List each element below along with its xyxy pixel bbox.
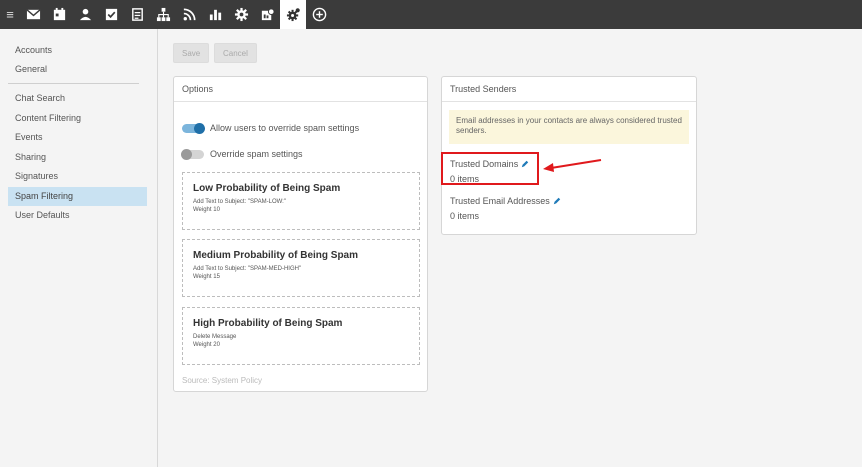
spam-level-low[interactable]: Low Probability of Being Spam Add Text t… — [182, 172, 420, 230]
settings-sidebar: Accounts General Chat Search Content Fil… — [0, 29, 158, 467]
sidebar-divider — [8, 83, 139, 84]
hamburger-icon[interactable]: ≡ — [0, 0, 20, 29]
spam-level-medium[interactable]: Medium Probability of Being Spam Add Tex… — [182, 239, 420, 297]
settings-gear-icon[interactable] — [228, 0, 254, 29]
trusted-senders-title: Trusted Senders — [442, 77, 696, 102]
edit-pencil-icon[interactable] — [553, 197, 561, 205]
override-spam-label: Override spam settings — [210, 149, 303, 159]
allow-override-toggle[interactable] — [182, 122, 205, 134]
spam-level-title: Low Probability of Being Spam — [193, 183, 341, 194]
allow-override-row: Allow users to override spam settings — [182, 122, 360, 134]
policy-source: Source: System Policy — [182, 376, 263, 385]
main-content: Save Cancel Options Allow users to overr… — [159, 29, 862, 467]
sidebar-item-user-defaults[interactable]: User Defaults — [8, 206, 147, 225]
cancel-button[interactable]: Cancel — [214, 43, 257, 63]
allow-override-label: Allow users to override spam settings — [210, 123, 360, 133]
spam-level-action: Add Text to Subject: "SPAM-LOW:" — [193, 199, 286, 205]
sidebar-item-content-filtering[interactable]: Content Filtering — [8, 109, 147, 128]
sidebar-item-events[interactable]: Events — [8, 128, 147, 147]
sidebar-item-spam-filtering[interactable]: Spam Filtering — [8, 187, 147, 206]
trusted-info-notice: Email addresses in your contacts are alw… — [449, 110, 689, 144]
sidebar-item-signatures[interactable]: Signatures — [8, 167, 147, 186]
highlight-box — [441, 152, 539, 185]
reports-icon[interactable] — [202, 0, 228, 29]
spam-level-title: High Probability of Being Spam — [193, 318, 343, 329]
system-settings-icon[interactable] — [280, 0, 306, 29]
sidebar-item-accounts[interactable]: Accounts — [8, 41, 147, 60]
trusted-emails-label: Trusted Email Addresses — [450, 196, 550, 206]
domain-settings-icon[interactable] — [254, 0, 280, 29]
spam-level-action: Add Text to Subject: "SPAM-MED-HIGH" — [193, 266, 302, 272]
top-toolbar: ≡ — [0, 0, 862, 29]
spam-level-high[interactable]: High Probability of Being Spam Delete Me… — [182, 307, 420, 365]
trusted-emails-count: 0 items — [450, 211, 480, 221]
spam-level-action: Delete Message — [193, 334, 237, 340]
options-panel: Options Allow users to override spam set… — [173, 76, 428, 392]
calendar-icon[interactable] — [46, 0, 72, 29]
sidebar-item-general[interactable]: General — [8, 60, 147, 79]
sidebar-item-sharing[interactable]: Sharing — [8, 148, 147, 167]
rss-icon[interactable] — [176, 0, 202, 29]
override-spam-row: Override spam settings — [181, 148, 303, 160]
spam-level-weight: Weight 20 — [193, 342, 220, 348]
contacts-icon[interactable] — [72, 0, 98, 29]
options-panel-title: Options — [174, 77, 427, 102]
spam-level-weight: Weight 10 — [193, 207, 220, 213]
save-button[interactable]: Save — [173, 43, 210, 63]
add-circle-icon[interactable] — [306, 0, 332, 29]
spam-level-title: Medium Probability of Being Spam — [193, 250, 359, 261]
sidebar-item-chat-search[interactable]: Chat Search — [8, 89, 147, 108]
notes-icon[interactable] — [124, 0, 150, 29]
mail-icon[interactable] — [20, 0, 46, 29]
spam-level-weight: Weight 15 — [193, 274, 220, 280]
tasks-icon[interactable] — [98, 0, 124, 29]
sitemap-icon[interactable] — [150, 0, 176, 29]
override-spam-toggle[interactable] — [181, 148, 204, 160]
trusted-emails-row[interactable]: Trusted Email Addresses — [450, 196, 561, 206]
annotation-arrow-icon — [543, 159, 602, 172]
